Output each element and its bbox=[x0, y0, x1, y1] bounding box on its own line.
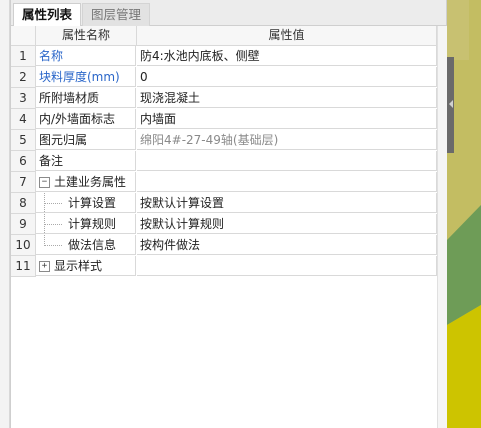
property-name: 图元归属 bbox=[36, 130, 136, 150]
tree-line bbox=[44, 235, 45, 246]
property-value[interactable] bbox=[137, 256, 437, 276]
collapse-toggle-icon[interactable]: − bbox=[39, 177, 50, 188]
property-name: 备注 bbox=[36, 151, 136, 171]
property-name-label: 做法信息 bbox=[68, 238, 117, 252]
property-name-label: 所附墙材质 bbox=[39, 91, 100, 105]
property-name-label: 图元归属 bbox=[39, 133, 88, 147]
property-row[interactable]: 2 块料厚度(mm) 0 bbox=[11, 67, 437, 88]
property-row[interactable]: 10 做法信息 按构件做法 bbox=[11, 235, 437, 256]
row-number: 7 bbox=[11, 172, 36, 193]
expand-toggle-icon[interactable]: + bbox=[39, 261, 50, 272]
property-name: 内/外墙面标志 bbox=[36, 109, 136, 129]
properties-panel: 属性列表 图层管理 属性名称 属性值 1 名称 防4:水池内底板、侧壁 2 块料厚度(m… bbox=[10, 0, 447, 428]
property-value[interactable]: 0 bbox=[137, 67, 437, 87]
property-row[interactable]: 6 备注 bbox=[11, 151, 437, 172]
property-name: + 显示样式 bbox=[36, 256, 136, 276]
property-row[interactable]: 1 名称 防4:水池内底板、侧壁 bbox=[11, 46, 437, 67]
property-name-label: 内/外墙面标志 bbox=[39, 112, 116, 126]
property-value[interactable]: 绵阳4#-27-49轴(基础层) bbox=[137, 130, 437, 150]
left-gutter bbox=[0, 0, 10, 428]
tree-connector bbox=[44, 224, 62, 226]
property-value[interactable]: 防4:水池内底板、侧壁 bbox=[137, 46, 437, 66]
property-row[interactable]: 11 + 显示样式 bbox=[11, 256, 437, 277]
header-corner bbox=[11, 26, 36, 46]
row-number: 10 bbox=[11, 235, 36, 256]
row-number: 9 bbox=[11, 214, 36, 235]
property-name-label: 备注 bbox=[39, 154, 64, 168]
property-name: 做法信息 bbox=[36, 235, 136, 255]
tab-property-list[interactable]: 属性列表 bbox=[13, 3, 82, 27]
property-row[interactable]: 5 图元归属 绵阳4#-27-49轴(基础层) bbox=[11, 130, 437, 151]
property-row[interactable]: 7− 土建业务属性 bbox=[11, 172, 437, 193]
header-property-value: 属性值 bbox=[137, 26, 437, 46]
row-number: 2 bbox=[11, 67, 36, 88]
property-name: 块料厚度(mm) bbox=[36, 67, 136, 87]
property-row[interactable]: 4 内/外墙面标志 内墙面 bbox=[11, 109, 437, 130]
property-name: 计算规则 bbox=[36, 214, 136, 234]
row-number: 6 bbox=[11, 151, 36, 172]
tree-line bbox=[44, 214, 45, 233]
row-number: 1 bbox=[11, 46, 36, 67]
property-value[interactable] bbox=[137, 151, 437, 171]
row-number: 11 bbox=[11, 256, 36, 277]
property-row[interactable]: 8 计算设置 按默认计算设置 bbox=[11, 193, 437, 214]
property-name-label: 计算规则 bbox=[68, 217, 117, 231]
property-value[interactable]: 现浇混凝土 bbox=[137, 88, 437, 108]
tree-line bbox=[44, 193, 45, 212]
property-value[interactable] bbox=[137, 172, 437, 192]
property-name-label: 土建业务属性 bbox=[54, 175, 127, 189]
collapse-arrow-icon[interactable] bbox=[449, 100, 453, 108]
tree-connector bbox=[44, 245, 62, 247]
property-row[interactable]: 3 所附墙材质 现浇混凝土 bbox=[11, 88, 437, 109]
row-number: 5 bbox=[11, 130, 36, 151]
row-number: 4 bbox=[11, 109, 36, 130]
vertical-scrollbar[interactable] bbox=[437, 26, 447, 428]
property-name-label: 计算设置 bbox=[68, 196, 117, 210]
tab-layer-management[interactable]: 图层管理 bbox=[82, 3, 151, 26]
property-value[interactable]: 按默认计算规则 bbox=[137, 214, 437, 234]
property-value[interactable]: 按构件做法 bbox=[137, 235, 437, 255]
property-name-label: 显示样式 bbox=[54, 259, 103, 273]
property-value[interactable]: 按默认计算设置 bbox=[137, 193, 437, 213]
row-number: 3 bbox=[11, 88, 36, 109]
property-row[interactable]: 9 计算规则 按默认计算规则 bbox=[11, 214, 437, 235]
property-name: 所附墙材质 bbox=[36, 88, 136, 108]
tab-bar: 属性列表 图层管理 bbox=[11, 0, 446, 27]
row-number: 8 bbox=[11, 193, 36, 214]
property-name-label: 块料厚度(mm) bbox=[39, 70, 120, 84]
property-name: 名称 bbox=[36, 46, 136, 66]
property-name-label: 名称 bbox=[39, 49, 64, 63]
header-property-name: 属性名称 bbox=[36, 26, 137, 46]
property-name: − 土建业务属性 bbox=[36, 172, 136, 192]
tree-connector bbox=[44, 203, 62, 205]
property-value[interactable]: 内墙面 bbox=[137, 109, 437, 129]
property-name: 计算设置 bbox=[36, 193, 136, 213]
